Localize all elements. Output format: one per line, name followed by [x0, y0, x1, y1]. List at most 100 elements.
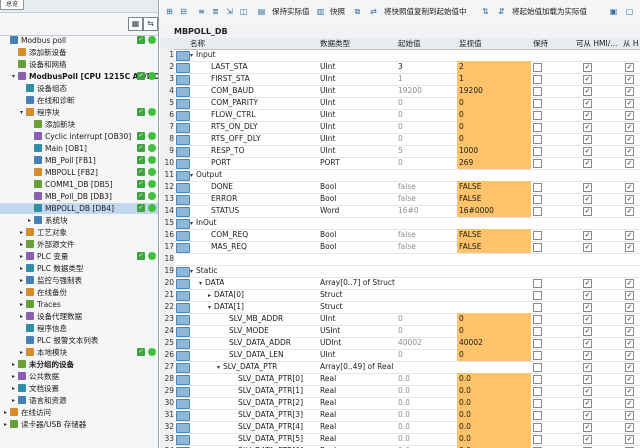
monitor-value-cell[interactable]: 1000 [457, 145, 531, 157]
retain-checkbox[interactable] [533, 99, 542, 108]
datatype-cell[interactable]: UInt [320, 97, 396, 109]
retain-checkbox[interactable] [533, 75, 542, 84]
datatype-cell[interactable]: UInt [320, 73, 396, 85]
datatype-cell[interactable]: UDInt [320, 337, 396, 349]
hmi-access-checkbox[interactable]: ✓ [583, 159, 592, 168]
hmi-write-checkbox[interactable]: ✓ [625, 351, 634, 360]
variable-name-cell[interactable]: RTS_OFF_DLY [190, 133, 329, 145]
tree-item[interactable]: ▸ 工艺对象 [0, 227, 158, 238]
hmi-write-checkbox[interactable]: ✓ [625, 411, 634, 420]
collapse-arrow-icon[interactable]: ▾ [190, 268, 193, 275]
hmi-write-checkbox[interactable]: ✓ [625, 183, 634, 192]
hmi-access-checkbox[interactable]: ✓ [583, 99, 592, 108]
start-value-cell[interactable]: false [396, 193, 458, 205]
hmi-write-checkbox[interactable]: ✓ [625, 231, 634, 240]
start-value-cell[interactable] [396, 361, 458, 373]
datatype-cell[interactable]: UInt [320, 349, 396, 361]
collapse-arrow-icon[interactable]: ▾ [10, 71, 17, 82]
retain-checkbox[interactable] [533, 375, 542, 384]
start-value-cell[interactable] [396, 277, 458, 289]
hmi-access-checkbox[interactable]: ✓ [583, 351, 592, 360]
hmi-write-checkbox[interactable]: ✓ [625, 387, 634, 396]
tree-item[interactable]: Cyclic interrupt [OB30] ✓ [0, 131, 158, 142]
column-hmi-write-header[interactable]: 从 H [623, 38, 640, 49]
expand-arrow-icon[interactable]: ▸ [18, 311, 25, 322]
tree-item[interactable]: MBPOLL [FB2] ✓ [0, 167, 158, 178]
tree-item[interactable]: Main [OB1] ✓ [0, 143, 158, 154]
datatype-cell[interactable]: UInt [320, 61, 396, 73]
variable-name-cell[interactable]: RESP_TO [190, 145, 329, 157]
expand-arrow-icon[interactable]: ▸ [10, 359, 17, 370]
datatype-cell[interactable]: Bool [320, 229, 396, 241]
start-value-cell[interactable]: 0.0 [396, 373, 458, 385]
monitor-value-cell[interactable]: 2 [457, 61, 531, 73]
monitor-value-cell[interactable]: 0 [457, 109, 531, 121]
snapshot-icon[interactable]: ▥ [315, 6, 326, 17]
monitor-value-cell[interactable]: FALSE [457, 241, 531, 253]
copy-snapshot-icon[interactable]: ⇄ [368, 6, 379, 17]
hmi-access-checkbox[interactable]: ✓ [583, 195, 592, 204]
start-value-cell[interactable]: 40002 [396, 337, 458, 349]
hmi-write-checkbox[interactable]: ✓ [625, 279, 634, 288]
extend-icon[interactable]: ⇲ [224, 6, 235, 17]
start-value-cell[interactable] [396, 253, 458, 265]
collapse-all-icon[interactable]: ≣ [210, 6, 221, 17]
hmi-access-checkbox[interactable]: ✓ [583, 363, 592, 372]
hmi-write-checkbox[interactable]: ✓ [625, 99, 634, 108]
tree-item[interactable]: 添加新设备 [0, 47, 158, 58]
hmi-write-checkbox[interactable]: ✓ [625, 87, 634, 96]
datatype-cell[interactable]: Word [320, 205, 396, 217]
retain-checkbox[interactable] [533, 63, 542, 72]
monitor-all-icon[interactable]: ▤ [256, 6, 267, 17]
monitor-value-cell[interactable]: 0.0 [457, 385, 531, 397]
upload-icon[interactable]: ▢ [624, 6, 635, 17]
datatype-cell[interactable]: Real [320, 397, 396, 409]
hmi-access-checkbox[interactable]: ✓ [583, 387, 592, 396]
tree-item[interactable]: ▸ 读卡器/USB 存储器 [0, 419, 158, 430]
start-value-cell[interactable]: false [396, 229, 458, 241]
expand-arrow-icon[interactable]: ▸ [18, 251, 25, 262]
retain-checkbox[interactable] [533, 159, 542, 168]
hmi-access-checkbox[interactable]: ✓ [583, 375, 592, 384]
datatype-cell[interactable]: Real [320, 433, 396, 445]
hmi-access-checkbox[interactable]: ✓ [583, 339, 592, 348]
start-value-cell[interactable] [396, 265, 458, 277]
column-start-header[interactable]: 起始值 [398, 38, 454, 49]
start-value-cell[interactable]: 0 [396, 121, 458, 133]
tree-item[interactable]: ▸ PLC 数据类型 [0, 263, 158, 274]
hmi-write-checkbox[interactable]: ✓ [625, 207, 634, 216]
tree-item[interactable]: COMM1_DB [DB5] ✓ [0, 179, 158, 190]
monitor-value-cell[interactable]: 0 [457, 133, 531, 145]
variable-name-cell[interactable]: ▾ DATA[1] [190, 301, 338, 313]
start-value-cell[interactable]: 1 [396, 73, 458, 85]
hmi-access-checkbox[interactable]: ✓ [583, 75, 592, 84]
hmi-access-checkbox[interactable]: ✓ [583, 411, 592, 420]
retain-checkbox[interactable] [533, 279, 542, 288]
variable-name-cell[interactable]: ERROR [190, 193, 329, 205]
hmi-access-checkbox[interactable]: ✓ [583, 207, 592, 216]
load-icon[interactable]: ⇅ [480, 6, 491, 17]
expand-arrow-icon[interactable]: ▸ [10, 371, 17, 382]
tree-item[interactable]: PLC 报警文本列表 [0, 335, 158, 346]
hmi-write-checkbox[interactable]: ✓ [625, 375, 634, 384]
hmi-write-checkbox[interactable]: ✓ [625, 435, 634, 444]
retain-checkbox[interactable] [533, 123, 542, 132]
column-retain-header[interactable]: 保持 [533, 38, 569, 49]
variable-name-cell[interactable]: RTS_ON_DLY [190, 121, 329, 133]
hmi-write-checkbox[interactable]: ✓ [625, 399, 634, 408]
start-value-cell[interactable]: 0 [396, 133, 458, 145]
overview-tab[interactable]: 总览 [0, 0, 24, 10]
tree-item[interactable]: ▸ 设备代理数据 [0, 311, 158, 322]
variable-name-cell[interactable]: LAST_STA [190, 61, 329, 73]
tree-item[interactable]: ▸ 外部源文件 [0, 239, 158, 250]
retain-checkbox[interactable] [533, 327, 542, 336]
collapse-arrow-icon[interactable]: ▾ [208, 304, 211, 311]
monitor-value-cell[interactable]: 0 [457, 313, 531, 325]
hmi-write-checkbox[interactable]: ✓ [625, 159, 634, 168]
load-start-icon[interactable]: ⇵ [496, 6, 507, 17]
monitor-value-cell[interactable]: 0 [457, 121, 531, 133]
collapse-arrow-icon[interactable]: ▾ [190, 52, 193, 59]
start-value-cell[interactable]: 0 [396, 109, 458, 121]
column-monitor-header[interactable]: 监视值 [459, 38, 527, 49]
retain-checkbox[interactable] [533, 111, 542, 120]
